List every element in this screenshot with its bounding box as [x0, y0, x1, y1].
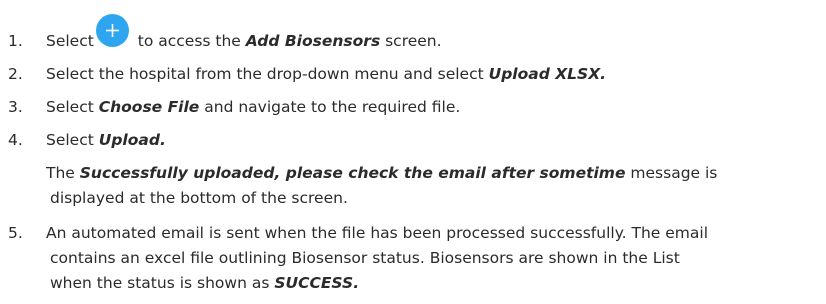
step-number: 1. [8, 32, 23, 50]
add-circle-icon [95, 14, 129, 47]
note-line-1: The Successfully uploaded, please check … [46, 164, 718, 182]
step-number: 5. [8, 224, 23, 242]
instruction-list: 1. Select to access the Add Biosensors s… [0, 0, 826, 304]
step-number: 3. [8, 98, 23, 116]
step-number: 4. [8, 131, 23, 149]
step-text: Select Choose File and navigate to the r… [46, 98, 461, 116]
note-line-2: displayed at the bottom of the screen. [50, 189, 348, 207]
step-text: Select Upload. [46, 131, 166, 149]
step-text-line-2: contains an excel file outlining Biosens… [50, 249, 680, 267]
step-text: Select the hospital from the drop-down m… [46, 65, 607, 83]
step-number: 2. [8, 65, 23, 83]
step-text: Select to access the Add Biosensors scre… [46, 14, 442, 51]
step-text-line-1: An automated email is sent when the file… [46, 224, 709, 242]
step-text-line-3: when the status is shown as SUCCESS. [50, 274, 360, 292]
